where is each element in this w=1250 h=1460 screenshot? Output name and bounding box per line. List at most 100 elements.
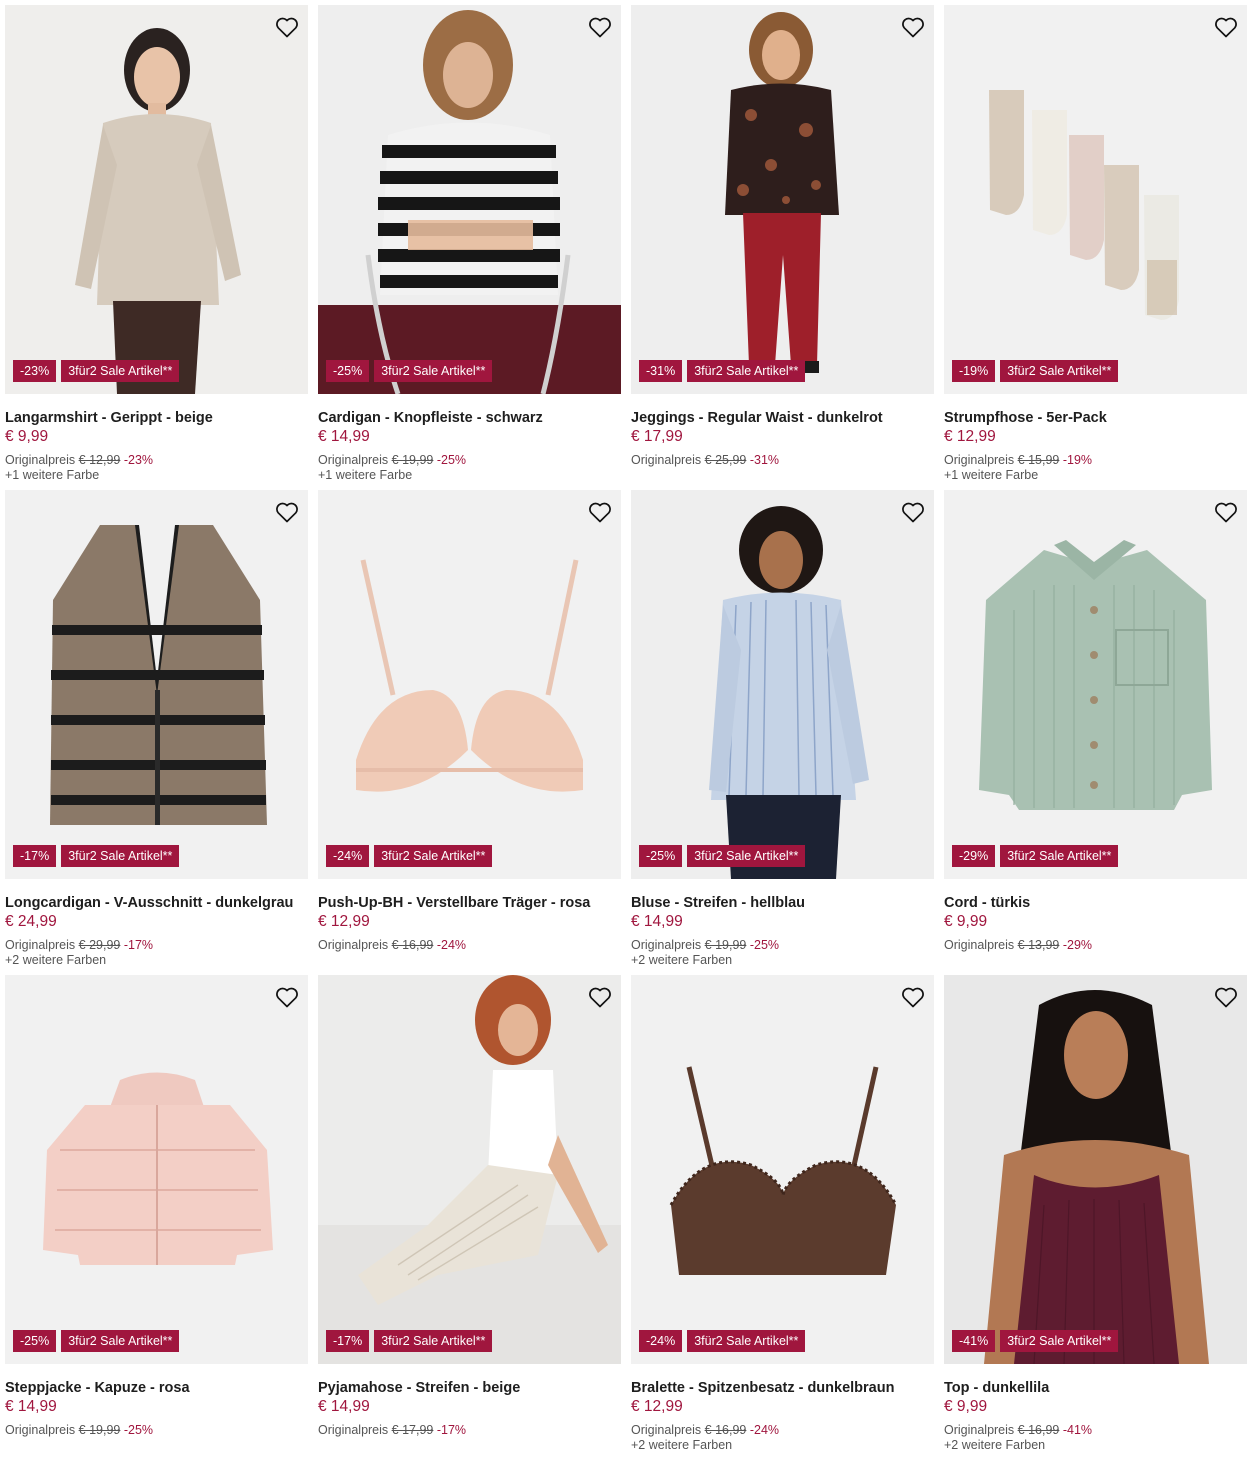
- product-price: € 12,99: [631, 1398, 683, 1415]
- product-title[interactable]: Push-Up-BH - Verstellbare Träger - rosa: [318, 894, 621, 912]
- original-discount: -24%: [436, 938, 467, 952]
- product-card[interactable]: -25% 3für2 Sale Artikel** Cardigan - Kno…: [318, 5, 621, 490]
- product-title[interactable]: Langarmshirt - Gerippt - beige: [5, 409, 308, 427]
- original-discount: -19%: [1062, 453, 1093, 467]
- more-colors-text: +2 weitere Farben: [5, 953, 107, 967]
- long-cardigan-image: [5, 490, 308, 879]
- promo-badge: 3für2 Sale Artikel**: [687, 1330, 806, 1352]
- wishlist-heart-icon[interactable]: [274, 14, 300, 40]
- product-title[interactable]: Bralette - Spitzenbesatz - dunkelbraun: [631, 1379, 934, 1397]
- wishlist-heart-icon[interactable]: [900, 984, 926, 1010]
- badge-row: -19% 3für2 Sale Artikel**: [952, 360, 1119, 382]
- product-card[interactable]: -24% 3für2 Sale Artikel** Push-Up-BH - V…: [318, 490, 621, 975]
- product-image[interactable]: -25% 3für2 Sale Artikel**: [631, 490, 934, 879]
- product-title[interactable]: Longcardigan - V-Ausschnitt - dunkelgrau: [5, 894, 308, 912]
- original-discount: -41%: [1062, 1423, 1093, 1437]
- product-info: Bralette - Spitzenbesatz - dunkelbraun €…: [631, 1364, 934, 1453]
- promo-badge: 3für2 Sale Artikel**: [374, 1330, 493, 1352]
- original-price-label: Originalpreis: [318, 938, 389, 952]
- product-card[interactable]: -31% 3für2 Sale Artikel** Jeggings - Reg…: [631, 5, 934, 490]
- wishlist-heart-icon[interactable]: [900, 499, 926, 525]
- original-price-line: Originalpreis € 19,99 -25%: [5, 1422, 308, 1438]
- product-price: € 14,99: [5, 1398, 57, 1415]
- wishlist-heart-icon[interactable]: [587, 499, 613, 525]
- product-title[interactable]: Steppjacke - Kapuze - rosa: [5, 1379, 308, 1397]
- original-discount: -17%: [123, 938, 154, 952]
- product-title[interactable]: Cardigan - Knopfleiste - schwarz: [318, 409, 621, 427]
- promo-badge: 3für2 Sale Artikel**: [1000, 845, 1119, 867]
- original-price-line: Originalpreis € 17,99 -17%: [318, 1422, 621, 1438]
- product-grid: -23% 3für2 Sale Artikel** Langarmshirt -…: [5, 5, 1247, 1460]
- product-title[interactable]: Bluse - Streifen - hellblau: [631, 894, 934, 912]
- product-price: € 12,99: [318, 913, 370, 930]
- discount-badge: -31%: [639, 360, 683, 382]
- product-image[interactable]: -19% 3für2 Sale Artikel**: [944, 5, 1247, 394]
- original-price-label: Originalpreis: [5, 453, 76, 467]
- product-title[interactable]: Cord - türkis: [944, 894, 1247, 912]
- wishlist-heart-icon[interactable]: [274, 499, 300, 525]
- wishlist-heart-icon[interactable]: [1213, 984, 1239, 1010]
- wishlist-heart-icon[interactable]: [1213, 499, 1239, 525]
- original-price-label: Originalpreis: [5, 1423, 76, 1437]
- product-info: Longcardigan - V-Ausschnitt - dunkelgrau…: [5, 879, 308, 968]
- product-image[interactable]: -24% 3für2 Sale Artikel**: [318, 490, 621, 879]
- original-price-line: Originalpreis € 19,99 -25%: [631, 937, 934, 953]
- original-discount: -25%: [123, 1423, 154, 1437]
- product-card[interactable]: -41% 3für2 Sale Artikel** Top - dunkelli…: [944, 975, 1247, 1460]
- original-price: € 13,99: [1017, 938, 1060, 952]
- original-price-line: Originalpreis € 16,99 -41%: [944, 1422, 1247, 1438]
- product-image[interactable]: -25% 3für2 Sale Artikel**: [318, 5, 621, 394]
- original-price: € 19,99: [704, 938, 747, 952]
- original-price: € 16,99: [1017, 1423, 1060, 1437]
- product-title[interactable]: Jeggings - Regular Waist - dunkelrot: [631, 409, 934, 427]
- product-image[interactable]: -17% 3für2 Sale Artikel**: [5, 490, 308, 879]
- product-image[interactable]: -25% 3für2 Sale Artikel**: [5, 975, 308, 1364]
- long-sleeve-shirt-model-image: [5, 5, 308, 394]
- product-price: € 9,99: [5, 428, 49, 445]
- product-image[interactable]: -41% 3für2 Sale Artikel**: [944, 975, 1247, 1364]
- jeggings-model-image: [631, 5, 934, 394]
- corduroy-shirt-image: [944, 490, 1247, 879]
- product-card[interactable]: -25% 3für2 Sale Artikel** Steppjacke - K…: [5, 975, 308, 1460]
- product-card[interactable]: -19% 3für2 Sale Artikel** Strumpfhose - …: [944, 5, 1247, 490]
- wishlist-heart-icon[interactable]: [274, 984, 300, 1010]
- badge-row: -17% 3für2 Sale Artikel**: [13, 845, 180, 867]
- discount-badge: -25%: [13, 1330, 57, 1352]
- puffer-jacket-image: [5, 975, 308, 1364]
- discount-badge: -29%: [952, 845, 996, 867]
- product-title[interactable]: Top - dunkellila: [944, 1379, 1247, 1397]
- more-colors-text: +2 weitere Farben: [631, 953, 733, 967]
- wishlist-heart-icon[interactable]: [900, 14, 926, 40]
- badge-row: -17% 3für2 Sale Artikel**: [326, 1330, 493, 1352]
- original-price-line: Originalpreis € 12,99 -23%: [5, 452, 308, 468]
- more-colors-text: +1 weitere Farbe: [318, 468, 413, 482]
- promo-badge: 3für2 Sale Artikel**: [374, 845, 493, 867]
- product-card[interactable]: -23% 3für2 Sale Artikel** Langarmshirt -…: [5, 5, 308, 490]
- product-image[interactable]: -17% 3für2 Sale Artikel**: [318, 975, 621, 1364]
- wishlist-heart-icon[interactable]: [587, 14, 613, 40]
- product-card[interactable]: -29% 3für2 Sale Artikel** Cord - türkis …: [944, 490, 1247, 975]
- product-info: Push-Up-BH - Verstellbare Träger - rosa …: [318, 879, 621, 953]
- product-title[interactable]: Strumpfhose - 5er-Pack: [944, 409, 1247, 427]
- product-image[interactable]: -23% 3für2 Sale Artikel**: [5, 5, 308, 394]
- product-image[interactable]: -24% 3für2 Sale Artikel**: [631, 975, 934, 1364]
- product-card[interactable]: -25% 3für2 Sale Artikel** Bluse - Streif…: [631, 490, 934, 975]
- badge-row: -24% 3für2 Sale Artikel**: [326, 845, 493, 867]
- product-image[interactable]: -29% 3für2 Sale Artikel**: [944, 490, 1247, 879]
- product-card[interactable]: -17% 3für2 Sale Artikel** Longcardigan -…: [5, 490, 308, 975]
- original-price-label: Originalpreis: [944, 938, 1015, 952]
- discount-badge: -24%: [326, 845, 370, 867]
- discount-badge: -25%: [639, 845, 683, 867]
- product-info: Pyjamahose - Streifen - beige € 14,99 Or…: [318, 1364, 621, 1438]
- product-card[interactable]: -24% 3für2 Sale Artikel** Bralette - Spi…: [631, 975, 934, 1460]
- original-discount: -25%: [749, 938, 780, 952]
- wishlist-heart-icon[interactable]: [587, 984, 613, 1010]
- original-price: € 12,99: [78, 453, 121, 467]
- more-colors-text: +1 weitere Farbe: [944, 468, 1039, 482]
- wishlist-heart-icon[interactable]: [1213, 14, 1239, 40]
- product-card[interactable]: -17% 3für2 Sale Artikel** Pyjamahose - S…: [318, 975, 621, 1460]
- original-price-label: Originalpreis: [944, 1423, 1015, 1437]
- original-price-line: Originalpreis € 25,99 -31%: [631, 452, 934, 468]
- product-title[interactable]: Pyjamahose - Streifen - beige: [318, 1379, 621, 1397]
- product-image[interactable]: -31% 3für2 Sale Artikel**: [631, 5, 934, 394]
